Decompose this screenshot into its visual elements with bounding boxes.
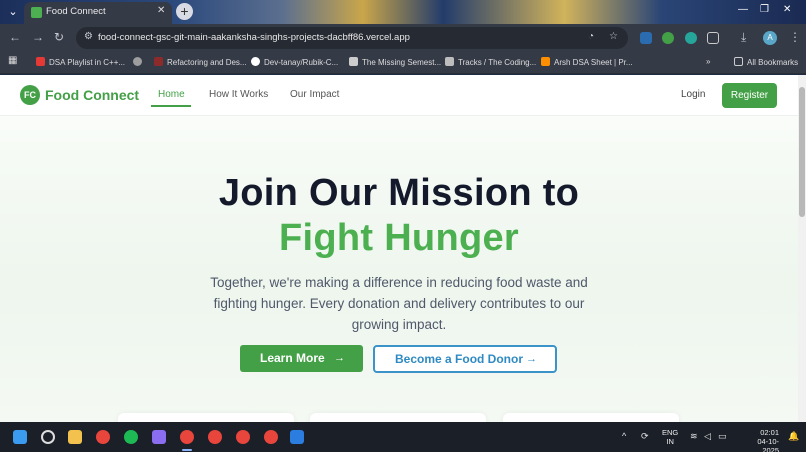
copilot-icon[interactable] xyxy=(152,430,166,444)
new-tab-button[interactable]: + xyxy=(176,3,193,20)
learn-more-button[interactable]: Learn More → xyxy=(240,345,363,372)
tray-chevron-icon[interactable]: ^ xyxy=(622,431,626,441)
stat-card xyxy=(503,413,679,422)
site-info-icon[interactable]: ⚙ xyxy=(84,31,93,42)
close-window-icon[interactable]: ✕ xyxy=(783,4,791,15)
register-button[interactable]: Register xyxy=(722,83,777,108)
logo-mark[interactable]: FC xyxy=(20,85,40,105)
sheet-icon xyxy=(541,57,550,66)
extension-icon[interactable] xyxy=(685,32,697,44)
hero-title-line2: Fight Hunger xyxy=(278,217,519,259)
performance-icon[interactable]: ◔ xyxy=(588,31,594,42)
wifi-icon[interactable]: ≋ xyxy=(690,431,698,442)
scrollbar-thumb[interactable] xyxy=(799,87,805,217)
arrow-right-icon: → xyxy=(526,353,537,365)
terminal-icon xyxy=(349,57,358,66)
bookmark-item[interactable]: Dev-tanay/Rubik-C... xyxy=(251,57,338,67)
bookmark-star-icon[interactable]: ☆ xyxy=(609,31,618,42)
notifications-icon[interactable]: 🔔 xyxy=(788,431,799,442)
globe-icon xyxy=(133,57,142,66)
sync-icon[interactable]: ⟳ xyxy=(641,431,649,442)
web-page: FC Food Connect Home How It Works Our Im… xyxy=(0,75,798,422)
chrome-profile-icon[interactable] xyxy=(236,430,250,444)
login-link[interactable]: Login xyxy=(681,89,705,100)
address-bar-row: ← → ↻ ⚙ food-connect-gsc-git-main-aakank… xyxy=(0,24,806,52)
bookmark-item[interactable]: Arsh DSA Sheet | Pr... xyxy=(541,57,633,67)
apps-grid-icon[interactable]: ▦ xyxy=(8,55,17,66)
tab-favicon-icon xyxy=(31,7,42,18)
chrome-profile-icon[interactable] xyxy=(208,430,222,444)
chrome-profile-icon[interactable] xyxy=(180,430,194,444)
language-indicator[interactable]: ENG IN xyxy=(662,428,678,446)
folder-icon xyxy=(734,57,743,66)
volume-icon[interactable]: ◁ xyxy=(704,431,711,442)
reload-icon[interactable]: ↻ xyxy=(54,30,64,44)
become-donor-button[interactable]: Become a Food Donor → xyxy=(373,345,557,373)
extensions-puzzle-icon[interactable] xyxy=(707,32,719,44)
search-icon[interactable] xyxy=(41,430,55,444)
bookmarks-bar: ▦ DSA Playlist in C++... Refactoring and… xyxy=(0,52,806,74)
coding-icon xyxy=(445,57,454,66)
bookmark-item[interactable]: Refactoring and Des... xyxy=(154,57,247,67)
chrome-icon[interactable] xyxy=(96,430,110,444)
github-icon xyxy=(251,57,260,66)
page-scrollbar[interactable] xyxy=(798,75,806,422)
spotify-icon[interactable] xyxy=(124,430,138,444)
stat-card xyxy=(310,413,486,422)
nav-how-it-works[interactable]: How It Works xyxy=(209,89,268,100)
download-icon[interactable]: ⤓ xyxy=(741,30,746,45)
forward-icon[interactable]: → xyxy=(32,30,44,44)
youtube-icon xyxy=(36,57,45,66)
all-bookmarks[interactable]: All Bookmarks xyxy=(734,57,798,67)
book-icon xyxy=(154,57,163,66)
file-explorer-icon[interactable] xyxy=(68,430,82,444)
active-app-indicator xyxy=(182,449,192,451)
chrome-profile-icon[interactable] xyxy=(264,430,278,444)
nav-active-underline xyxy=(151,105,191,107)
profile-avatar[interactable]: A xyxy=(763,31,777,45)
stat-card xyxy=(118,413,294,422)
browser-tab-strip: ⌄ Food Connect ✕ + — ❐ ✕ xyxy=(0,0,806,24)
minimize-icon[interactable]: — xyxy=(738,4,748,15)
learn-more-label: Learn More xyxy=(260,351,325,365)
arrow-right-icon: → xyxy=(334,352,345,364)
windows-taskbar: ^ ⟳ ENG IN ≋ ◁ ▭ 02:01 04-10-2025 🔔 xyxy=(0,422,806,452)
omnibox[interactable]: ⚙ food-connect-gsc-git-main-aakanksha-si… xyxy=(76,27,628,49)
restore-icon[interactable]: ❐ xyxy=(760,4,769,15)
nav-home[interactable]: Home xyxy=(158,89,185,100)
bookmark-item[interactable]: The Missing Semest... xyxy=(349,57,441,67)
extension-icon[interactable] xyxy=(640,32,652,44)
become-donor-label: Become a Food Donor xyxy=(395,352,524,366)
back-icon[interactable]: ← xyxy=(9,30,21,44)
extension-icon[interactable] xyxy=(662,32,674,44)
windows-start-icon[interactable] xyxy=(13,430,27,444)
battery-icon[interactable]: ▭ xyxy=(718,431,727,442)
bookmark-item[interactable]: DSA Playlist in C++... xyxy=(36,57,125,67)
vscode-icon[interactable] xyxy=(290,430,304,444)
tab-title: Food Connect xyxy=(46,6,106,17)
nav-our-impact[interactable]: Our Impact xyxy=(290,89,339,100)
browser-tab[interactable]: Food Connect ✕ xyxy=(24,2,172,24)
more-bookmarks-icon[interactable]: » xyxy=(706,57,710,66)
system-clock[interactable]: 02:01 04-10-2025 xyxy=(741,428,779,452)
url-text[interactable]: food-connect-gsc-git-main-aakanksha-sing… xyxy=(98,32,410,43)
hero-title-line1: Join Our Mission to xyxy=(218,172,580,214)
tab-search-icon[interactable]: ⌄ xyxy=(4,3,22,21)
bookmark-item[interactable] xyxy=(133,57,146,67)
menu-kebab-icon[interactable]: ⋮ xyxy=(789,30,801,44)
logo-text[interactable]: Food Connect xyxy=(45,87,139,103)
bookmark-item[interactable]: Tracks / The Coding... xyxy=(445,57,536,67)
close-tab-icon[interactable]: ✕ xyxy=(157,5,165,16)
site-navbar: FC Food Connect Home How It Works Our Im… xyxy=(0,75,798,116)
hero-subtitle: Together, we're making a difference in r… xyxy=(210,275,588,332)
